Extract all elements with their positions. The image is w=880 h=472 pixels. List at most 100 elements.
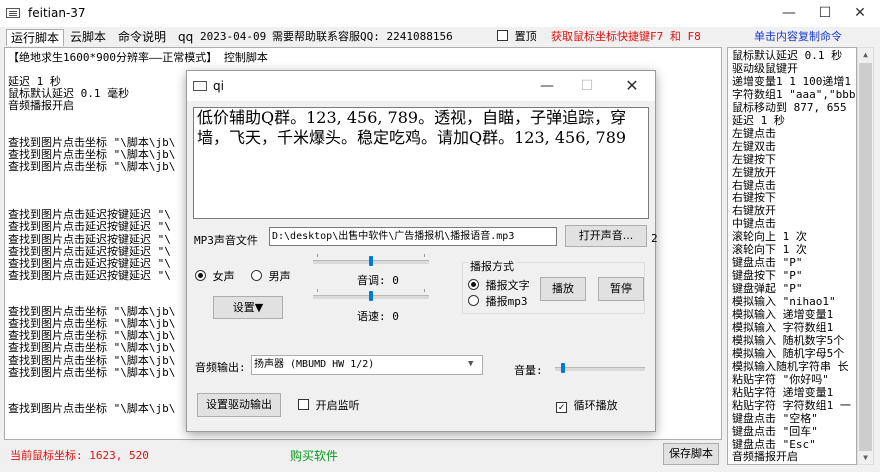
command-list-item[interactable]: 键盘弹起 "P" (732, 282, 803, 295)
speed-slider[interactable] (313, 289, 429, 305)
command-list-item[interactable]: 键盘点击 "回车" (732, 425, 818, 438)
broadcast-dialog: qi — ☐ ✕ 低价辅助Q群。123, 456, 789。透视，自瞄，子弹追踪… (186, 70, 658, 432)
voice-male-radio-dot[interactable] (251, 270, 262, 281)
log-line: 查找到图片点击延迟按键延迟 "\ (8, 232, 171, 246)
maximize-button[interactable]: ☐ (810, 0, 840, 27)
dialog-app-icon (193, 81, 207, 91)
window-title: feitian-37 (28, 6, 86, 20)
command-list-item[interactable]: 右键放开 (732, 204, 776, 217)
pitch-slider[interactable] (313, 254, 429, 270)
command-list-item[interactable]: 模拟输入随机字符串 长 (732, 360, 849, 373)
command-list-item[interactable]: 粘贴字符 字符数组1 一 (732, 399, 851, 412)
command-list-item[interactable]: 延迟 1 秒 (732, 114, 785, 127)
voice-female-radio[interactable]: 女声 (195, 268, 235, 284)
command-list-item[interactable]: 模拟输入 随机字母5个 (732, 347, 844, 360)
audio-output-label: 音频输出: (195, 361, 246, 374)
command-list-item[interactable]: 键盘点击 "空格" (732, 412, 818, 425)
loop-checkbox-box[interactable]: ✓ (556, 402, 567, 413)
broadcast-text-input[interactable]: 低价辅助Q群。123, 456, 789。透视，自瞄，子弹追踪，穿墙，飞天，千米… (193, 107, 649, 219)
log-line: 查找到图片点击坐标 "\脚本\jb\ (8, 365, 176, 379)
buy-software-link[interactable]: 购买软件 (290, 447, 338, 464)
command-list-item[interactable]: 模拟输入 随机数字5个 (732, 334, 844, 347)
scroll-up-icon[interactable]: ▲ (857, 48, 874, 62)
command-list-item[interactable]: 粘贴字符 递增变量1 (732, 386, 833, 399)
scroll-thumb[interactable] (859, 63, 872, 451)
log-line: 查找到图片点击延迟按键延迟 "\ (8, 256, 171, 270)
volume-slider[interactable] (555, 361, 645, 375)
speed-slider-thumb[interactable] (369, 291, 373, 301)
log-line: 音频播报开启 (8, 99, 74, 113)
command-list-item[interactable]: 键盘点击 "P" (732, 256, 803, 269)
mode-text-radio-dot[interactable] (468, 279, 479, 290)
hotkey-hint: 获取鼠标坐标快捷键F7 和 F8 (551, 30, 701, 43)
command-list-item[interactable]: 滚轮向下 1 次 (732, 243, 807, 256)
tab-qq[interactable]: qq (174, 29, 197, 45)
command-list-item[interactable]: 左键双击 (732, 140, 776, 153)
audio-output-select[interactable]: 扬声器 (MBUMD HW 1/2) (251, 355, 483, 375)
command-list-item[interactable]: 中键点击 (732, 217, 776, 230)
command-list-item[interactable]: 鼠标默认延迟 0.1 秒 (732, 49, 842, 62)
pitch-label: 音调: 0 (357, 274, 399, 287)
minimize-button[interactable]: — (774, 0, 804, 27)
pitch-slider-thumb[interactable] (369, 256, 373, 266)
setup-driver-button[interactable]: 设置驱动输出 (197, 393, 281, 417)
mp3-file-label: MP3声音文件 (194, 234, 258, 247)
command-list-item[interactable]: 鼠标移动到 877, 655 (732, 101, 847, 114)
monitor-checkbox-box[interactable] (298, 399, 309, 410)
log-line: 查找到图片点击坐标 "\脚本\jb\ (8, 341, 176, 355)
mode-text-radio[interactable]: 播报文字 (468, 277, 530, 293)
loop-checkbox[interactable]: ✓ 循环播放 (556, 397, 618, 413)
copy-hint: 单击内容复制命令 (754, 30, 842, 43)
save-script-button[interactable]: 保存脚本 (663, 443, 719, 465)
chevron-down-icon[interactable]: ▼ (468, 359, 473, 369)
voice-female-radio-dot[interactable] (195, 270, 206, 281)
close-button[interactable]: ✕ (845, 0, 875, 27)
pause-button[interactable]: 暂停 (598, 277, 644, 301)
audio-output-value: 扬声器 (MBUMD HW 1/2) (254, 359, 375, 370)
log-line: 查找到图片点击延迟按键延迟 "\ (8, 220, 171, 234)
command-list-item[interactable]: 递增变量1 1 100递增1 (732, 75, 851, 88)
tab-cloud-script[interactable]: 云脚本 (66, 29, 110, 45)
command-list-item[interactable]: 右键按下 (732, 191, 776, 204)
hidden-text-fragment: 2 (651, 232, 658, 245)
dialog-minimize-button[interactable]: — (527, 71, 567, 101)
topmost-checkbox[interactable]: 置顶 (497, 30, 537, 44)
command-list-item[interactable]: 键盘点击 "Esc" (732, 438, 816, 451)
log-line: 查找到图片点击坐标 "\脚本\jb\ (8, 147, 176, 161)
voice-male-radio[interactable]: 男声 (251, 268, 291, 284)
mouse-coords-status: 当前鼠标坐标: 1623, 520 (10, 449, 149, 462)
settings-button[interactable]: 设置▼ (213, 296, 283, 319)
command-list-item[interactable]: 键盘按下 "P" (732, 269, 803, 282)
command-list-item[interactable]: 左键按下 (732, 153, 776, 166)
command-list-item[interactable]: 音频播报开启 (732, 450, 798, 463)
command-list[interactable]: 鼠标默认延迟 0.1 秒驱动级鼠键开 递增变量1 1 100递增1 字符数组1 "a… (727, 47, 857, 465)
tab-run-script[interactable]: 运行脚本 (6, 29, 65, 46)
mode-mp3-radio-dot[interactable] (468, 295, 479, 306)
mode-mp3-radio[interactable]: 播报mp3 (468, 293, 528, 309)
mp3-path-input[interactable]: D:\desktop\出售中软件\广告播报机\播报语音.mp3 (269, 227, 557, 246)
dialog-maximize-button[interactable]: ☐ (567, 71, 607, 101)
dialog-close-button[interactable]: ✕ (612, 71, 652, 101)
command-list-item[interactable]: 模拟输入 字符数组1 (732, 321, 833, 334)
topmost-checkbox-box[interactable] (497, 30, 508, 41)
monitor-checkbox[interactable]: 开启监听 (298, 397, 360, 413)
command-list-item[interactable]: 模拟输入 "nihao1" (732, 295, 836, 308)
log-line: 查找到图片点击坐标 "\脚本\jb\ (8, 353, 176, 367)
open-sound-button[interactable]: 打开声音... (565, 225, 647, 247)
command-list-item[interactable]: 右键点击 (732, 179, 776, 192)
menu-bar: 运行脚本 云脚本 命令说明 qq 2023-04-09 需要帮助联系容服QQ: … (0, 27, 880, 47)
volume-slider-thumb[interactable] (561, 363, 565, 373)
command-list-item[interactable]: 左键放开 (732, 166, 776, 179)
command-list-item[interactable]: 字符数组1 "aaa","bbb" (732, 88, 856, 101)
command-list-item[interactable]: 滚轮向上 1 次 (732, 230, 807, 243)
command-list-item[interactable]: 驱动级鼠键开 (732, 62, 798, 75)
voice-female-label: 女声 (212, 270, 235, 283)
command-list-item[interactable]: 左键点击 (732, 127, 776, 140)
scroll-down-icon[interactable]: ▼ (857, 451, 874, 465)
mode-mp3-label: 播报mp3 (485, 295, 528, 308)
play-button[interactable]: 播放 (540, 277, 586, 301)
tab-command-help[interactable]: 命令说明 (114, 29, 170, 45)
command-list-item[interactable]: 模拟输入 递增变量1 (732, 308, 833, 321)
command-list-item[interactable]: 粘贴字符 "你好吗" (732, 373, 829, 386)
loop-checkbox-label: 循环播放 (573, 399, 618, 412)
